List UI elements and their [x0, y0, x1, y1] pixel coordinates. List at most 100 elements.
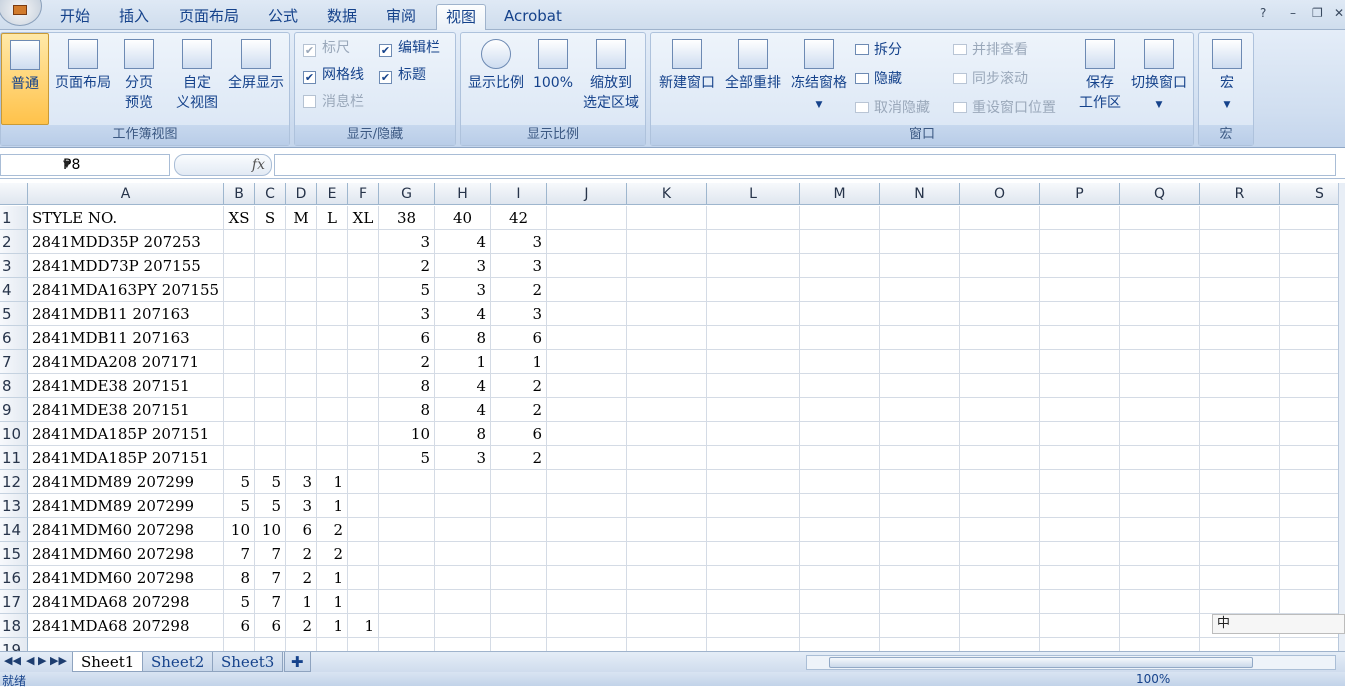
cell-C19[interactable]: [255, 638, 286, 651]
row-header-15[interactable]: 15: [0, 542, 28, 566]
cell-L9[interactable]: [707, 398, 800, 422]
cell-J14[interactable]: [547, 518, 627, 542]
cell-B10[interactable]: [224, 422, 255, 446]
cell-I19[interactable]: [491, 638, 547, 651]
cell-Q5[interactable]: [1120, 302, 1200, 326]
cell-I11[interactable]: 2: [491, 446, 547, 470]
cell-H8[interactable]: 4: [435, 374, 491, 398]
cell-O5[interactable]: [960, 302, 1040, 326]
cell-G5[interactable]: 3: [379, 302, 435, 326]
cell-J12[interactable]: [547, 470, 627, 494]
headings-checkbox[interactable]: ✔ 标题: [379, 65, 426, 85]
scroll-thumb[interactable]: [829, 657, 1253, 668]
cell-A3[interactable]: 2841MDD73P 207155: [28, 254, 224, 278]
cell-M11[interactable]: [800, 446, 880, 470]
cell-I3[interactable]: 3: [491, 254, 547, 278]
insert-sheet-button[interactable]: ✚: [284, 652, 311, 672]
cell-R2[interactable]: [1200, 230, 1280, 254]
cell-F7[interactable]: [348, 350, 379, 374]
cell-N7[interactable]: [880, 350, 960, 374]
cell-R5[interactable]: [1200, 302, 1280, 326]
cell-L12[interactable]: [707, 470, 800, 494]
cell-R4[interactable]: [1200, 278, 1280, 302]
save-workspace-button[interactable]: 保存 工作区: [1071, 39, 1129, 113]
column-header-Q[interactable]: Q: [1120, 183, 1200, 205]
cell-E15[interactable]: 2: [317, 542, 348, 566]
cell-Q4[interactable]: [1120, 278, 1200, 302]
cell-Q13[interactable]: [1120, 494, 1200, 518]
cell-B1[interactable]: XS: [224, 206, 255, 230]
cell-A2[interactable]: 2841MDD35P 207253: [28, 230, 224, 254]
cell-K19[interactable]: [627, 638, 707, 651]
cell-L3[interactable]: [707, 254, 800, 278]
row-header-8[interactable]: 8: [0, 374, 28, 398]
cell-I15[interactable]: [491, 542, 547, 566]
cell-A5[interactable]: 2841MDB11 207163: [28, 302, 224, 326]
cell-N2[interactable]: [880, 230, 960, 254]
cell-R1[interactable]: [1200, 206, 1280, 230]
formula-input[interactable]: [274, 154, 1336, 176]
tab-data[interactable]: 数据: [321, 4, 363, 30]
cell-C10[interactable]: [255, 422, 286, 446]
cell-F16[interactable]: [348, 566, 379, 590]
cell-F17[interactable]: [348, 590, 379, 614]
cell-D19[interactable]: [286, 638, 317, 651]
cell-B14[interactable]: 10: [224, 518, 255, 542]
cell-H4[interactable]: 3: [435, 278, 491, 302]
cell-L18[interactable]: [707, 614, 800, 638]
cell-H16[interactable]: [435, 566, 491, 590]
cell-O1[interactable]: [960, 206, 1040, 230]
cell-Q8[interactable]: [1120, 374, 1200, 398]
cell-E2[interactable]: [317, 230, 348, 254]
cell-D10[interactable]: [286, 422, 317, 446]
cell-I4[interactable]: 2: [491, 278, 547, 302]
cell-O19[interactable]: [960, 638, 1040, 651]
column-header-G[interactable]: G: [379, 183, 435, 205]
cell-Q7[interactable]: [1120, 350, 1200, 374]
cell-L11[interactable]: [707, 446, 800, 470]
cell-O4[interactable]: [960, 278, 1040, 302]
cell-A1[interactable]: STYLE NO.: [28, 206, 224, 230]
cell-P11[interactable]: [1040, 446, 1120, 470]
column-header-H[interactable]: H: [435, 183, 491, 205]
cell-N19[interactable]: [880, 638, 960, 651]
cell-K17[interactable]: [627, 590, 707, 614]
row-header-7[interactable]: 7: [0, 350, 28, 374]
name-box[interactable]: P8 ▼: [0, 154, 170, 176]
cell-F3[interactable]: [348, 254, 379, 278]
cell-N8[interactable]: [880, 374, 960, 398]
cell-E19[interactable]: [317, 638, 348, 651]
cell-E11[interactable]: [317, 446, 348, 470]
cell-K7[interactable]: [627, 350, 707, 374]
cell-N10[interactable]: [880, 422, 960, 446]
cell-K18[interactable]: [627, 614, 707, 638]
cell-M3[interactable]: [800, 254, 880, 278]
cell-A11[interactable]: 2841MDA185P 207151: [28, 446, 224, 470]
cell-L1[interactable]: [707, 206, 800, 230]
cell-J7[interactable]: [547, 350, 627, 374]
row-header-16[interactable]: 16: [0, 566, 28, 590]
cell-J1[interactable]: [547, 206, 627, 230]
cell-L10[interactable]: [707, 422, 800, 446]
cell-F1[interactable]: XL: [348, 206, 379, 230]
ruler-checkbox[interactable]: ✔ 标尺: [303, 38, 350, 58]
cell-H13[interactable]: [435, 494, 491, 518]
next-sheet-icon[interactable]: ▶: [38, 654, 46, 667]
cell-C12[interactable]: 5: [255, 470, 286, 494]
cell-D3[interactable]: [286, 254, 317, 278]
cell-R15[interactable]: [1200, 542, 1280, 566]
row-header-9[interactable]: 9: [0, 398, 28, 422]
cell-L7[interactable]: [707, 350, 800, 374]
column-header-D[interactable]: D: [286, 183, 317, 205]
cell-L19[interactable]: [707, 638, 800, 651]
select-all-corner[interactable]: [0, 183, 28, 205]
cell-I10[interactable]: 6: [491, 422, 547, 446]
cell-I14[interactable]: [491, 518, 547, 542]
cell-O2[interactable]: [960, 230, 1040, 254]
cell-S10[interactable]: [1280, 422, 1338, 446]
reset-window-position-button[interactable]: 重设窗口位置: [953, 98, 1056, 118]
cell-K13[interactable]: [627, 494, 707, 518]
cell-K4[interactable]: [627, 278, 707, 302]
cell-R19[interactable]: [1200, 638, 1280, 651]
row-header-11[interactable]: 11: [0, 446, 28, 470]
